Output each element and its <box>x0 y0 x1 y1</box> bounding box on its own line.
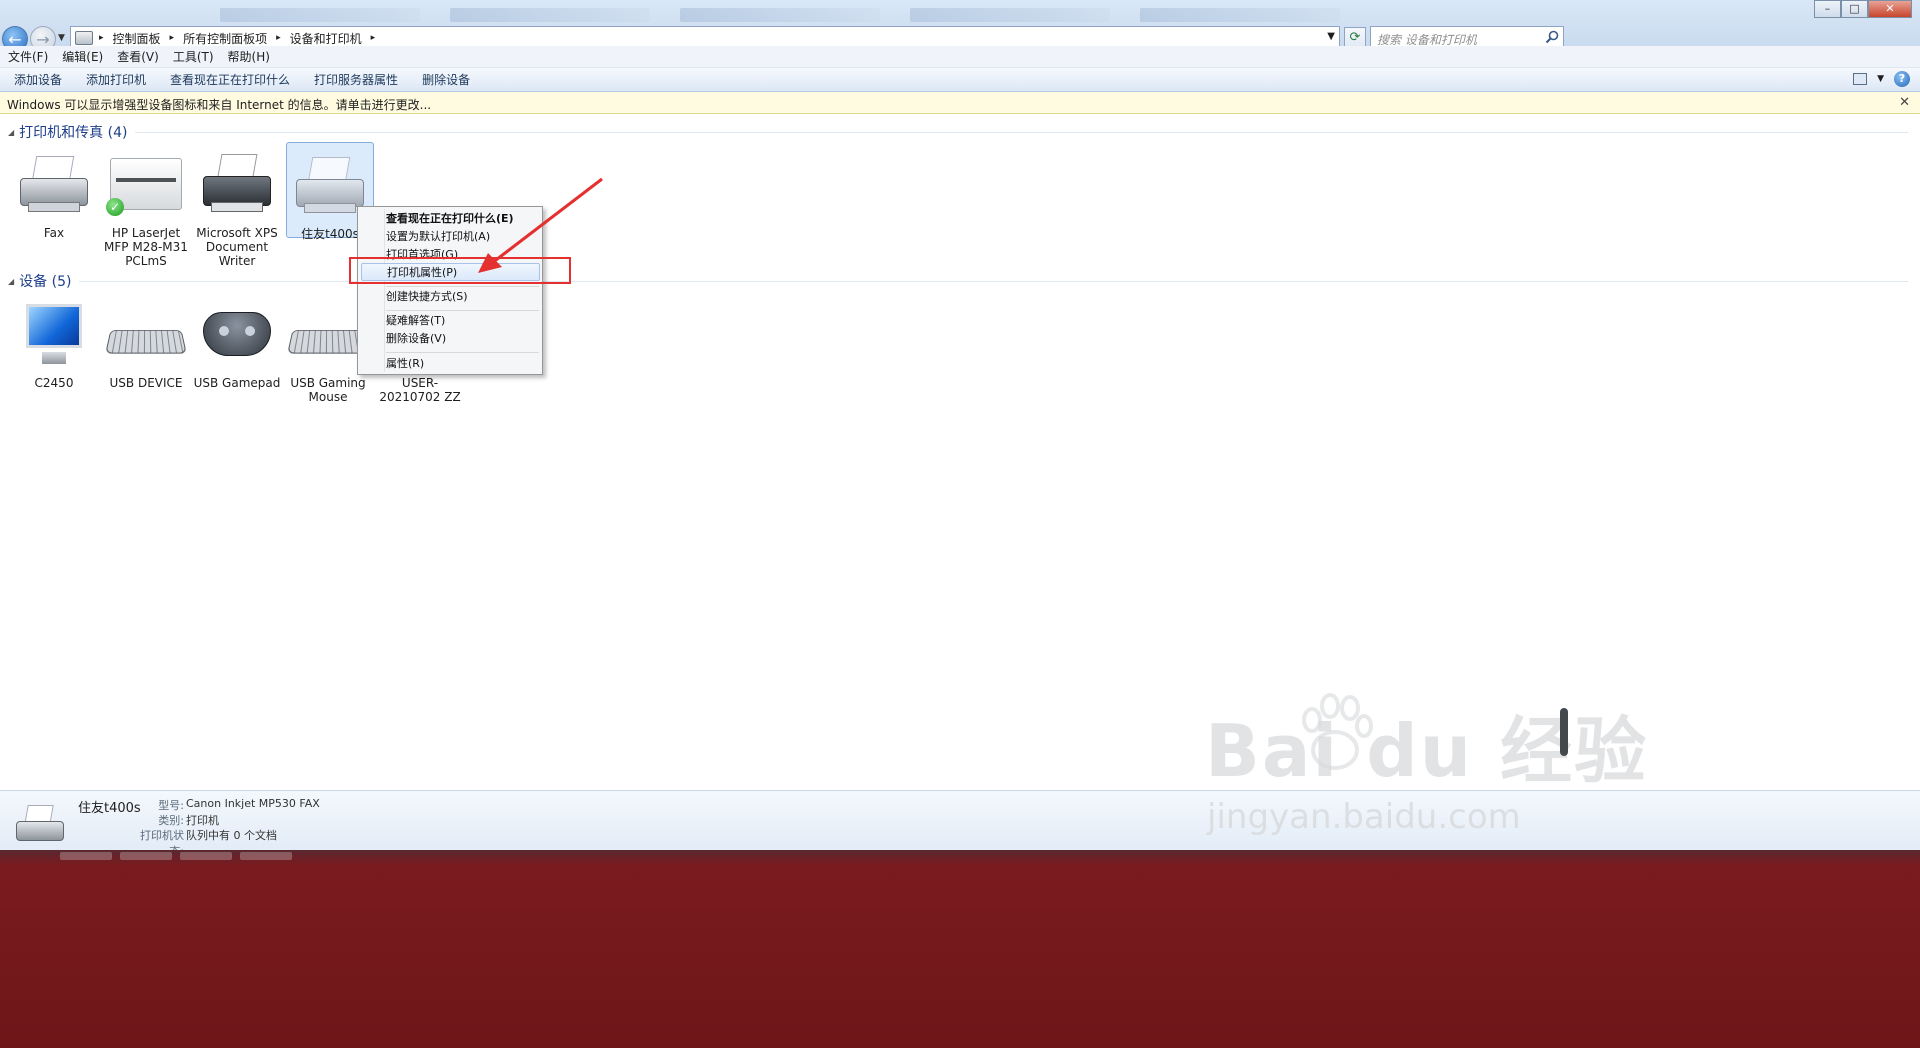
breadcrumb-separator[interactable]: ▸ <box>99 33 104 43</box>
watermark: Bai du 经验 jingyan.baidu.com <box>1205 692 1648 837</box>
add-device-button[interactable]: 添加设备 <box>14 71 62 88</box>
search-icon[interactable] <box>1545 30 1559 44</box>
device-label: USB Gaming Mouse <box>290 376 366 404</box>
control-panel-icon <box>75 31 93 45</box>
menu-separator <box>386 286 539 287</box>
menu-item-create-shortcut[interactable]: 创建快捷方式(S) <box>386 288 541 306</box>
model-key: 型号: <box>158 799 184 812</box>
see-whats-printing-button[interactable]: 查看现在正在打印什么 <box>170 71 290 88</box>
fax-icon <box>14 150 94 220</box>
breadcrumb-separator[interactable]: ▸ <box>276 33 281 43</box>
menu-edit[interactable]: 编辑(E) <box>62 48 103 65</box>
menu-separator <box>386 310 539 311</box>
minimize-button[interactable]: – <box>1814 0 1841 18</box>
watermark-url: jingyan.baidu.com <box>1207 797 1521 837</box>
group-title: 设备 (5) <box>19 274 72 290</box>
annotation-arrow-icon <box>478 177 603 273</box>
command-bar: 添加设备 添加打印机 查看现在正在打印什么 打印服务器属性 删除设备 ▼ ? <box>0 68 1920 92</box>
taskbar-item[interactable] <box>240 852 292 860</box>
taskbar-item[interactable] <box>180 852 232 860</box>
device-label: USB Gamepad <box>193 376 281 390</box>
breadcrumb-all-items[interactable]: 所有控制面板项 <box>183 30 267 47</box>
menu-item-troubleshoot[interactable]: 疑难解答(T) <box>386 312 541 330</box>
breadcrumb-control-panel[interactable]: 控制面板 <box>113 30 161 47</box>
command-bar-right: ▼ ? <box>1853 71 1910 87</box>
window-controls: – □ ✕ <box>1814 0 1912 20</box>
device-label: Microsoft XPS Document Writer <box>196 226 278 268</box>
info-bar-text: Windows 可以显示增强型设备图标和来自 Internet 的信息。请单击进… <box>7 98 432 112</box>
help-icon[interactable]: ? <box>1894 71 1910 87</box>
device-label: HP LaserJet MFP M28-M31 PCLmS <box>104 226 188 268</box>
recent-pages-dropdown-icon[interactable]: ▼ <box>58 33 65 43</box>
background-tabs <box>220 8 1720 26</box>
default-printer-check-icon: ✓ <box>106 198 124 216</box>
selected-printer-icon <box>12 803 70 847</box>
menu-file[interactable]: 文件(F) <box>8 48 48 65</box>
side-scroll-handle[interactable] <box>1560 708 1568 756</box>
address-dropdown-icon[interactable]: ▼ <box>1327 31 1335 42</box>
device-usb-gamepad[interactable]: USB Gamepad <box>193 300 281 390</box>
device-label: USB DEVICE <box>109 376 183 390</box>
breadcrumb-devices-printers[interactable]: 设备和打印机 <box>290 30 362 47</box>
category-value: 打印机 <box>186 814 219 827</box>
menu-view[interactable]: 查看(V) <box>117 48 159 65</box>
model-row: 型号: Canon Inkjet MP530 FAX <box>128 797 320 813</box>
group-header-printers[interactable]: ◢ 打印机和传真 (4) <box>8 122 1908 142</box>
close-button[interactable]: ✕ <box>1868 0 1912 18</box>
group-header-devices[interactable]: ◢ 设备 (5) <box>8 271 1908 291</box>
group-divider <box>135 131 1908 133</box>
device-usb-device[interactable]: USB DEVICE <box>102 300 190 390</box>
menu-separator <box>386 352 539 353</box>
group-title: 打印机和传真 (4) <box>19 125 128 141</box>
device-hp-laserjet[interactable]: ✓ HP LaserJet MFP M28-M31 PCLmS <box>102 150 190 268</box>
keyboard-icon <box>105 300 187 370</box>
info-bar-close-icon[interactable]: ✕ <box>1899 95 1910 110</box>
context-menu-gutter <box>384 209 385 372</box>
device-c2450[interactable]: C2450 <box>10 300 98 390</box>
watermark-brand: Bai du 经验 <box>1205 709 1649 793</box>
print-server-properties-button[interactable]: 打印服务器属性 <box>314 71 398 88</box>
change-view-icon[interactable] <box>1853 73 1868 85</box>
menu-tools[interactable]: 工具(T) <box>173 48 214 65</box>
devices-and-printers-window: – □ ✕ ← → ▼ ▸ 控制面板 ▸ 所有控制面板项 ▸ 设备和打印机 ▸ … <box>0 0 1920 1048</box>
device-fax[interactable]: Fax <box>10 150 98 240</box>
add-printer-button[interactable]: 添加打印机 <box>86 71 146 88</box>
model-value: Canon Inkjet MP530 FAX <box>186 797 320 810</box>
menu-item-remove-device[interactable]: 删除设备(V) <box>386 330 541 348</box>
collapse-triangle-icon[interactable]: ◢ <box>8 277 14 286</box>
xps-printer-icon <box>197 150 277 220</box>
device-label: C2450 <box>34 376 74 390</box>
view-dropdown-icon[interactable]: ▼ <box>1877 74 1884 84</box>
search-placeholder: 搜索 设备和打印机 <box>1377 33 1477 47</box>
menu-item-properties[interactable]: 属性(R) <box>386 355 541 373</box>
device-label: USER-20210702 ZZ <box>379 376 461 404</box>
remove-device-button[interactable]: 删除设备 <box>422 71 470 88</box>
maximize-button[interactable]: □ <box>1841 0 1868 18</box>
breadcrumb-separator[interactable]: ▸ <box>170 33 175 43</box>
info-bar[interactable]: Windows 可以显示增强型设备图标和来自 Internet 的信息。请单击进… <box>0 92 1920 114</box>
category-row: 类别: 打印机 <box>128 812 219 828</box>
taskbar-item[interactable] <box>120 852 172 860</box>
monitor-icon <box>14 300 94 370</box>
device-xps-writer[interactable]: Microsoft XPS Document Writer <box>193 150 281 268</box>
taskbar <box>0 850 1920 1048</box>
category-key: 类别: <box>158 814 184 827</box>
gamepad-icon <box>197 300 277 370</box>
menu-help[interactable]: 帮助(H) <box>228 48 270 65</box>
laser-printer-icon: ✓ <box>106 150 186 220</box>
keyboard-icon <box>287 300 369 370</box>
menu-bar: 文件(F) 编辑(E) 查看(V) 工具(T) 帮助(H) <box>0 46 1920 68</box>
device-label: Fax <box>43 226 65 240</box>
breadcrumb-separator[interactable]: ▸ <box>371 33 376 43</box>
taskbar-item[interactable] <box>60 852 112 860</box>
collapse-triangle-icon[interactable]: ◢ <box>8 128 14 137</box>
